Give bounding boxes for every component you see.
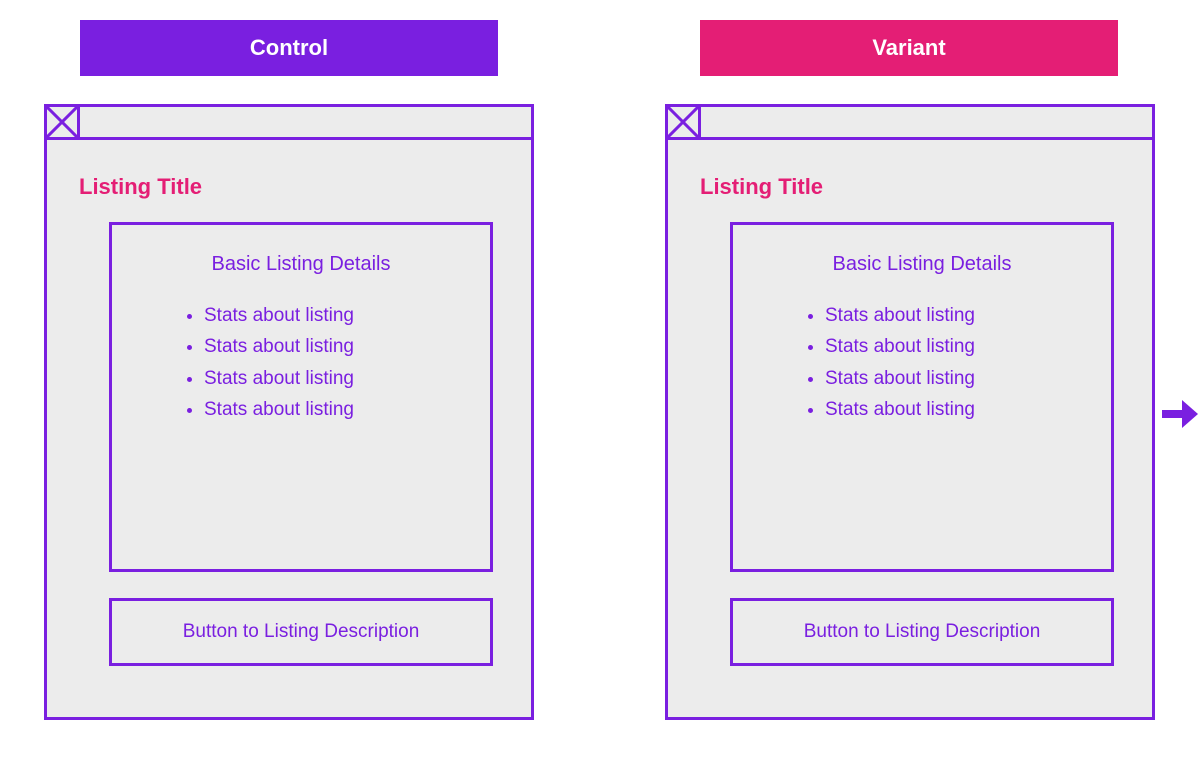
window-close-icon xyxy=(47,107,80,137)
window-body: Listing Title Basic Listing Details Stat… xyxy=(47,140,531,688)
listing-details-heading: Basic Listing Details xyxy=(753,253,1091,276)
variant-frame: Listing Title Basic Listing Details Stat… xyxy=(665,104,1155,720)
variant-header-label: Variant xyxy=(872,35,945,61)
listing-stat: Stats about listing xyxy=(825,300,1091,331)
listing-stats-list: Stats about listing Stats about listing … xyxy=(753,300,1091,425)
listing-stat: Stats about listing xyxy=(204,300,470,331)
diagram-canvas: Control Variant Listing Title Basic List… xyxy=(0,0,1200,765)
listing-cta-label: Button to Listing Description xyxy=(804,621,1041,643)
control-header-label: Control xyxy=(250,35,328,61)
listing-stat: Stats about listing xyxy=(204,394,470,425)
window-close-icon xyxy=(668,107,701,137)
listing-details-heading: Basic Listing Details xyxy=(132,253,470,276)
listing-title: Listing Title xyxy=(79,174,503,200)
listing-details-box: Basic Listing Details Stats about listin… xyxy=(109,222,493,572)
listing-stat: Stats about listing xyxy=(825,363,1091,394)
listing-title: Listing Title xyxy=(700,174,1124,200)
listing-cta-button[interactable]: Button to Listing Description xyxy=(730,598,1114,666)
listing-stat: Stats about listing xyxy=(204,331,470,362)
listing-cta-button[interactable]: Button to Listing Description xyxy=(109,598,493,666)
listing-stat: Stats about listing xyxy=(204,363,470,394)
listing-stats-list: Stats about listing Stats about listing … xyxy=(132,300,470,425)
listing-cta-label: Button to Listing Description xyxy=(183,621,420,643)
control-header: Control xyxy=(80,20,498,76)
listing-stat: Stats about listing xyxy=(825,394,1091,425)
window-titlebar xyxy=(47,107,531,140)
window-titlebar xyxy=(668,107,1152,140)
listing-details-box: Basic Listing Details Stats about listin… xyxy=(730,222,1114,572)
window-body: Listing Title Basic Listing Details Stat… xyxy=(668,140,1152,688)
listing-stat: Stats about listing xyxy=(825,331,1091,362)
arrow-right-icon xyxy=(1162,400,1198,433)
control-frame: Listing Title Basic Listing Details Stat… xyxy=(44,104,534,720)
variant-header: Variant xyxy=(700,20,1118,76)
